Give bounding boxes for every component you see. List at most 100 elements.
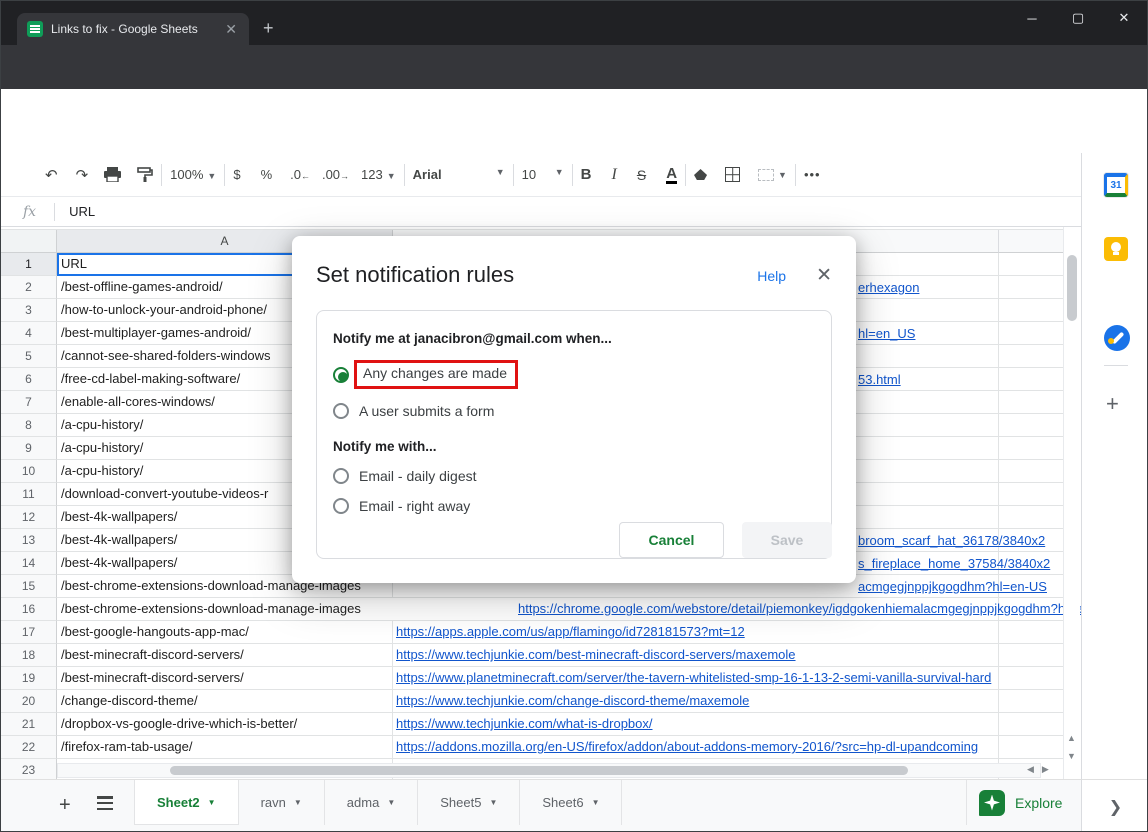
maximize-button[interactable]: ▢ [1055,1,1101,35]
row-header[interactable]: 4 [1,322,57,345]
tab-close-icon[interactable]: ✕ [221,21,241,38]
bold-button[interactable]: B [581,166,592,183]
scroll-left-icon[interactable]: ◀ [1027,764,1034,775]
horizontal-scrollbar[interactable] [57,763,1041,778]
borders-icon[interactable] [725,167,740,182]
italic-button[interactable]: I [612,166,617,184]
sheet-tab-sheet5[interactable]: Sheet5▼ [418,780,520,825]
scroll-right-icon[interactable]: ▶ [1042,764,1049,775]
merge-cells-icon[interactable] [758,169,774,181]
cell-c[interactable] [999,345,1063,368]
radio-row-any-changes[interactable]: Any changes are made [333,360,815,389]
sheet-tab-sheet2[interactable]: Sheet2▼ [134,780,239,825]
formula-input[interactable]: URL [69,204,95,219]
row-header[interactable]: 15 [1,575,57,598]
vertical-scrollbar[interactable]: ▲ ▼ [1063,227,1080,779]
radio-form-submit-icon[interactable] [333,403,349,419]
row-header[interactable]: 3 [1,299,57,322]
row-header[interactable]: 21 [1,713,57,736]
redo-icon[interactable]: ↷ [76,166,89,184]
cell-c[interactable] [999,667,1063,690]
cell-a[interactable]: /best-minecraft-discord-servers/ [57,667,393,690]
horizontal-scrollbar-thumb[interactable] [170,766,908,775]
cell-b-link[interactable]: https://www.techjunkie.com/change-discor… [396,693,749,708]
format-currency-button[interactable]: $ [233,167,240,182]
link-fragment[interactable]: broom_scarf_hat_36178/3840x2 [858,529,1045,552]
cell-c[interactable] [999,253,1063,276]
column-header-c[interactable] [999,230,1063,253]
minimize-button[interactable]: ─ [1009,1,1055,35]
cell-c[interactable] [999,460,1063,483]
row-header[interactable]: 8 [1,414,57,437]
row-header[interactable]: 14 [1,552,57,575]
cell-b[interactable]: https://www.techjunkie.com/change-discor… [393,690,999,713]
text-color-button[interactable]: A [666,166,677,184]
select-all-corner[interactable] [1,230,57,253]
link-fragment[interactable]: erhexagon [858,276,919,299]
cell-c[interactable] [999,736,1063,759]
cell-a[interactable]: /firefox-ram-tab-usage/ [57,736,393,759]
cell-c[interactable] [999,437,1063,460]
row-header[interactable]: 1 [1,253,57,276]
merge-caret-icon[interactable]: ▼ [778,170,787,180]
cell-c[interactable] [999,414,1063,437]
calendar-icon[interactable]: 31 [1104,173,1128,197]
font-size-select[interactable]: 10▼ [522,167,564,182]
row-header[interactable]: 5 [1,345,57,368]
radio-row-right-away[interactable]: Email - right away [333,498,815,514]
cell-c[interactable] [999,322,1063,345]
cell-c[interactable] [999,621,1063,644]
cell-c[interactable] [999,391,1063,414]
cell-b[interactable]: https://apps.apple.com/us/app/flamingo/i… [393,621,999,644]
format-percent-button[interactable]: % [261,167,273,182]
sheet-tab-sheet6[interactable]: Sheet6▼ [520,780,622,825]
scroll-up-icon[interactable]: ▲ [1067,733,1076,743]
row-header[interactable]: 16 [1,598,57,621]
cell-c[interactable] [999,276,1063,299]
paint-format-icon[interactable] [137,167,153,183]
row-header[interactable]: 10 [1,460,57,483]
increase-decimals-button[interactable]: .00→ [322,167,349,182]
radio-row-form-submit[interactable]: A user submits a form [333,403,815,419]
cell-c[interactable] [999,690,1063,713]
more-toolbar-button[interactable]: ••• [804,167,821,182]
add-addon-button[interactable]: + [1106,391,1119,417]
close-button[interactable]: ✕ [1101,1,1147,35]
strikethrough-button[interactable]: S [637,167,646,183]
row-header[interactable]: 9 [1,437,57,460]
print-icon[interactable] [104,167,121,182]
cell-a[interactable]: /best-minecraft-discord-servers/ [57,644,393,667]
row-header[interactable]: 18 [1,644,57,667]
cell-b-link[interactable]: https://addons.mozilla.org/en-US/firefox… [396,739,978,754]
cell-c[interactable] [999,368,1063,391]
radio-right-away-icon[interactable] [333,498,349,514]
link-fragment[interactable]: acmgegjnppjkgogdhm?hl=en-US [858,575,1047,598]
number-format-select[interactable]: 123▼ [361,167,396,182]
sheet-tab-ravn[interactable]: ravn▼ [239,780,325,825]
show-side-panel-button[interactable]: ❯ [1081,779,1148,832]
row-header[interactable]: 20 [1,690,57,713]
link-fragment[interactable]: hl=en_US [858,322,915,345]
all-sheets-icon[interactable] [97,796,113,810]
radio-any-changes-icon[interactable] [333,367,349,383]
cell-b-link[interactable]: https://chrome.google.com/webstore/detai… [518,601,1081,616]
row-header[interactable]: 23 [1,759,57,779]
zoom-select[interactable]: 100%▼ [170,167,216,182]
cell-b-link[interactable]: https://www.planetminecraft.com/server/t… [396,670,991,685]
new-tab-button[interactable]: + [263,19,274,37]
fill-color-icon[interactable] [694,169,707,180]
row-header[interactable]: 7 [1,391,57,414]
row-header[interactable]: 2 [1,276,57,299]
cell-b-link[interactable]: https://www.techjunkie.com/what-is-dropb… [396,716,653,731]
cell-a[interactable]: /best-google-hangouts-app-mac/ [57,621,393,644]
row-header[interactable]: 19 [1,667,57,690]
radio-row-daily-digest[interactable]: Email - daily digest [333,468,815,484]
link-fragment[interactable]: 53.html [858,368,901,391]
undo-icon[interactable]: ↶ [45,166,58,184]
cell-b[interactable]: https://www.techjunkie.com/best-minecraf… [393,644,999,667]
vertical-scrollbar-thumb[interactable] [1067,255,1077,321]
save-button[interactable]: Save [742,522,832,558]
add-sheet-button[interactable]: + [59,794,71,817]
cell-b-link[interactable]: https://www.techjunkie.com/best-minecraf… [396,647,796,662]
cell-a[interactable]: /dropbox-vs-google-drive-which-is-better… [57,713,393,736]
